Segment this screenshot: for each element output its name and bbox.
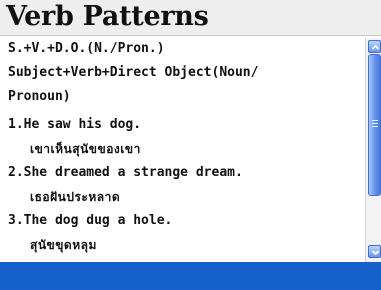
- thumb-grip-line: [372, 120, 378, 121]
- thumb-grip-line: [372, 123, 378, 124]
- example-3-th: สุนัขขุดหลุม: [30, 238, 97, 252]
- pattern-description-cont: Pronoun): [8, 89, 71, 104]
- title-bar: Verb Patterns: [0, 0, 381, 36]
- arrow-down-icon: [371, 250, 380, 256]
- pattern-formula: S.+V.+D.O.(N./Pron.): [8, 41, 165, 56]
- scroll-down-button[interactable]: [368, 245, 381, 258]
- vertical-scrollbar[interactable]: [365, 38, 381, 262]
- scroll-thumb[interactable]: [368, 54, 381, 196]
- bottom-bar: [0, 262, 381, 290]
- scroll-up-button[interactable]: [368, 40, 381, 53]
- example-3-en: 3.The dog dug a hole.: [8, 213, 173, 228]
- example-2-en: 2.She dreamed a strange dream.: [8, 165, 243, 180]
- pattern-description: Subject+Verb+Direct Object(Noun/: [8, 65, 259, 80]
- example-1-en: 1.He saw his dog.: [8, 117, 142, 132]
- example-1-th: เขาเห็นสุนัขของเขา: [30, 142, 141, 156]
- example-2-th: เธอฝันประหลาด: [30, 190, 121, 204]
- thumb-grip-line: [372, 126, 378, 127]
- content-area: S.+V.+D.O.(N./Pron.) Subject+Verb+Direct…: [0, 37, 363, 262]
- page-title: Verb Patterns: [6, 1, 209, 32]
- arrow-up-icon: [371, 44, 380, 50]
